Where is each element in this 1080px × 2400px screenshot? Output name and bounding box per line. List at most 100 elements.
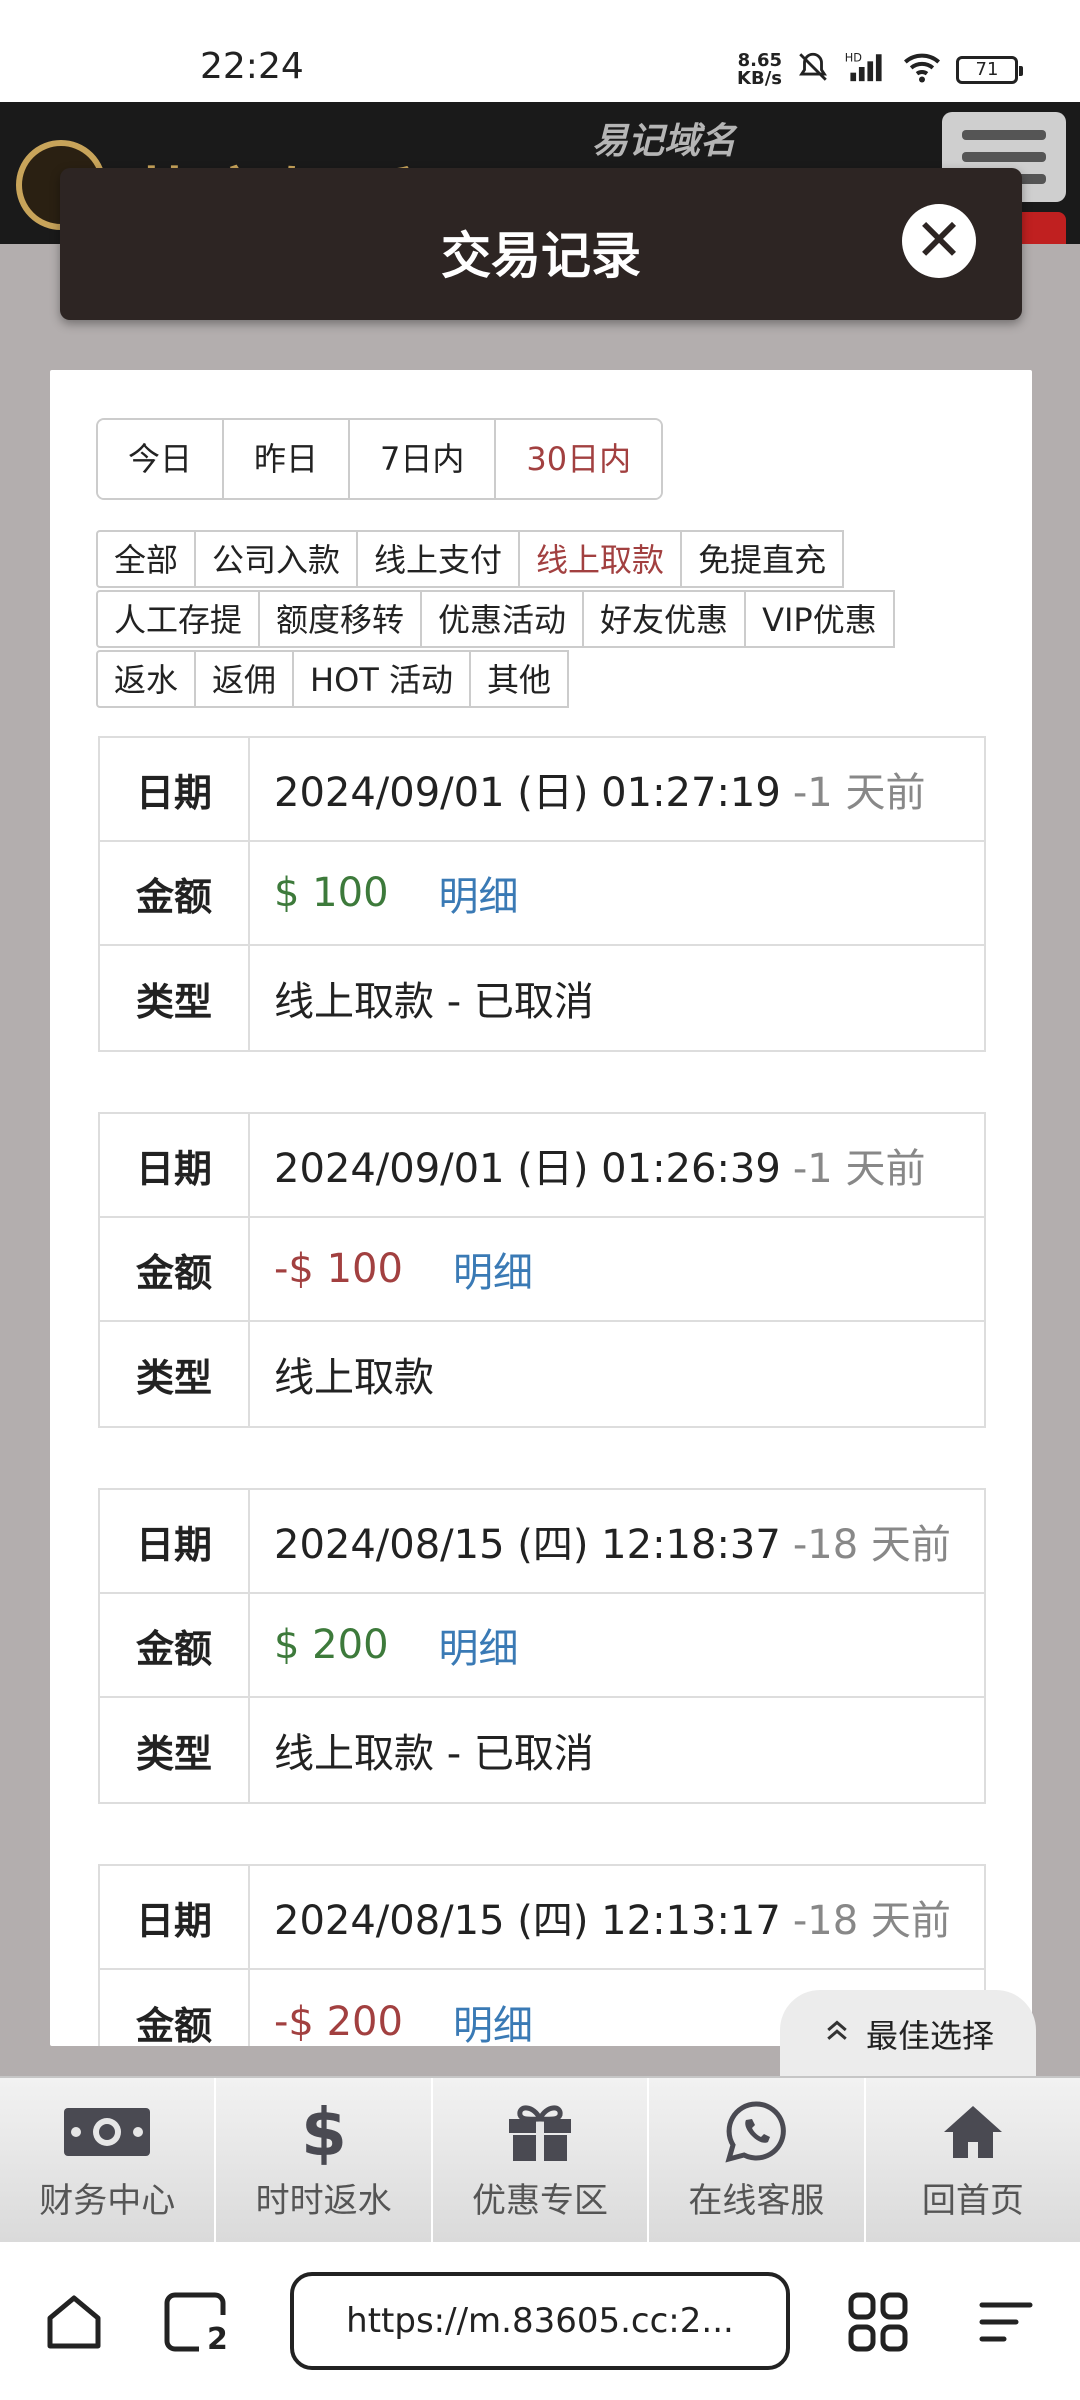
bottom-nav: 财务中心 $ 时时返水 优惠专区 在线客服 回首页 bbox=[0, 2076, 1080, 2242]
amount-value: $ 100 明细 bbox=[250, 842, 984, 944]
nav-rebate[interactable]: $ 时时返水 bbox=[216, 2078, 433, 2242]
record-amount-row: 金额 $ 200 明细 bbox=[100, 1594, 984, 1698]
battery-icon: 71 bbox=[956, 55, 1023, 84]
nav-support[interactable]: 在线客服 bbox=[649, 2078, 866, 2242]
date-value: 2024/09/01 (日) 01:26:39 -1 天前 bbox=[250, 1114, 984, 1216]
record-ago: -1 天前 bbox=[792, 770, 926, 816]
record-type: 线上取款 bbox=[274, 1355, 434, 1401]
range-today[interactable]: 今日 bbox=[98, 420, 225, 498]
record-card: 日期 2024/09/01 (日) 01:27:19 -1 天前 金额 $ 100… bbox=[98, 736, 986, 1052]
range-30days[interactable]: 30日内 bbox=[496, 420, 662, 498]
filter-online-payment[interactable]: 线上支付 bbox=[356, 530, 521, 588]
filter-promotions[interactable]: 优惠活动 bbox=[420, 590, 585, 648]
status-time: 22:24 bbox=[200, 46, 304, 87]
gift-icon bbox=[505, 2099, 575, 2165]
filter-hot-events[interactable]: HOT 活动 bbox=[292, 650, 472, 708]
amount-value: -$ 100 明细 bbox=[250, 1218, 984, 1320]
svg-text:$: $ bbox=[301, 2099, 347, 2165]
filter-online-withdrawal[interactable]: 线上取款 bbox=[518, 530, 683, 588]
filter-vip-bonus[interactable]: VIP优惠 bbox=[744, 590, 895, 648]
close-icon[interactable]: ✕ bbox=[902, 204, 976, 278]
dollar-icon: $ bbox=[299, 2099, 349, 2165]
date-value: 2024/09/01 (日) 01:27:19 -1 天前 bbox=[250, 738, 984, 840]
record-type-row: 类型 线上取款 - 已取消 bbox=[100, 946, 984, 1050]
record-amount: -$ 200 bbox=[274, 1999, 403, 2045]
nav-promotions[interactable]: 优惠专区 bbox=[433, 2078, 650, 2242]
record-type: 线上取款 - 已取消 bbox=[274, 1731, 594, 1777]
record-card: 日期 2024/08/15 (四) 12:18:37 -18 天前 金额 $ 20… bbox=[98, 1488, 986, 1804]
home-outline-icon[interactable] bbox=[34, 2282, 114, 2362]
nav-home[interactable]: 回首页 bbox=[866, 2078, 1080, 2242]
nav-label: 在线客服 bbox=[688, 2180, 825, 2221]
url-bar[interactable]: https://m.83605.cc:2... bbox=[290, 2272, 790, 2370]
date-label: 日期 bbox=[100, 1866, 250, 1968]
filter-all[interactable]: 全部 bbox=[96, 530, 197, 588]
hd-signal-icon: HD bbox=[844, 50, 888, 89]
tabs-icon[interactable]: 2 bbox=[156, 2282, 236, 2362]
filter-rebate[interactable]: 返水 bbox=[96, 650, 197, 708]
modal-header: 交易记录 ✕ bbox=[60, 168, 1022, 320]
type-label: 类型 bbox=[100, 1322, 250, 1426]
record-ago: -18 天前 bbox=[792, 1898, 951, 1944]
record-type-row: 类型 线上取款 bbox=[100, 1322, 984, 1426]
date-label: 日期 bbox=[100, 1114, 250, 1216]
whatsapp-icon bbox=[724, 2099, 788, 2165]
transaction-panel: 今日 昨日 7日内 30日内 全部 公司入款 线上支付 线上取款 免提直充 人工… bbox=[50, 370, 1032, 2046]
type-label: 类型 bbox=[100, 946, 250, 1050]
amount-label: 金额 bbox=[100, 1594, 250, 1696]
record-card: 日期 2024/09/01 (日) 01:26:39 -1 天前 金额 -$ 10… bbox=[98, 1112, 986, 1428]
filter-row: 人工存提 额度移转 优惠活动 好友优惠 VIP优惠 bbox=[96, 590, 976, 650]
svg-text:HD: HD bbox=[845, 50, 863, 64]
filter-friend-bonus[interactable]: 好友优惠 bbox=[582, 590, 747, 648]
detail-link[interactable]: 明细 bbox=[439, 864, 519, 922]
date-range-group: 今日 昨日 7日内 30日内 bbox=[96, 418, 664, 500]
filter-other[interactable]: 其他 bbox=[469, 650, 570, 708]
svg-text:2: 2 bbox=[207, 2322, 228, 2355]
record-date: 2024/08/15 (四) 12:18:37 bbox=[274, 1522, 781, 1568]
modal-title: 交易记录 bbox=[441, 227, 641, 285]
detail-link[interactable]: 明细 bbox=[453, 1240, 533, 1298]
record-type-row: 类型 线上取款 - 已取消 bbox=[100, 1698, 984, 1802]
record-ago: -18 天前 bbox=[792, 1522, 951, 1568]
type-label: 类型 bbox=[100, 1698, 250, 1802]
record-date-row: 日期 2024/09/01 (日) 01:27:19 -1 天前 bbox=[100, 738, 984, 842]
nav-label: 回首页 bbox=[921, 2180, 1024, 2221]
date-value: 2024/08/15 (四) 12:13:17 -18 天前 bbox=[250, 1866, 984, 1968]
browser-bar: 2 https://m.83605.cc:2... bbox=[0, 2242, 1080, 2400]
money-icon bbox=[62, 2099, 152, 2165]
filter-row: 返水 返佣 HOT 活动 其他 bbox=[96, 650, 976, 710]
menu-lines-icon[interactable] bbox=[966, 2282, 1046, 2362]
detail-link[interactable]: 明细 bbox=[453, 1993, 533, 2046]
range-yesterday[interactable]: 昨日 bbox=[224, 420, 351, 498]
nav-label: 优惠专区 bbox=[472, 2180, 609, 2221]
filter-manual[interactable]: 人工存提 bbox=[96, 590, 261, 648]
apps-grid-icon[interactable] bbox=[838, 2282, 918, 2362]
range-7days[interactable]: 7日内 bbox=[350, 420, 497, 498]
amount-label: 金额 bbox=[100, 1970, 250, 2046]
filter-direct-topup[interactable]: 免提直充 bbox=[680, 530, 845, 588]
record-date-row: 日期 2024/09/01 (日) 01:26:39 -1 天前 bbox=[100, 1114, 984, 1218]
record-amount: $ 200 bbox=[274, 1622, 389, 1668]
best-pick-button[interactable]: 最佳选择 bbox=[780, 1990, 1036, 2078]
record-date: 2024/09/01 (日) 01:27:19 bbox=[274, 770, 781, 816]
detail-link[interactable]: 明细 bbox=[439, 1616, 519, 1674]
filter-commission[interactable]: 返佣 bbox=[194, 650, 295, 708]
record-ago: -1 天前 bbox=[792, 1146, 926, 1192]
date-value: 2024/08/15 (四) 12:18:37 -18 天前 bbox=[250, 1490, 984, 1592]
record-date: 2024/08/15 (四) 12:13:17 bbox=[274, 1898, 781, 1944]
type-filters: 全部 公司入款 线上支付 线上取款 免提直充 人工存提 额度移转 优惠活动 好友… bbox=[96, 530, 976, 710]
record-amount-row: 金额 -$ 100 明细 bbox=[100, 1218, 984, 1322]
double-chevron-up-icon bbox=[822, 2015, 852, 2053]
filter-transfer[interactable]: 额度移转 bbox=[258, 590, 423, 648]
filter-company-deposit[interactable]: 公司入款 bbox=[194, 530, 359, 588]
date-label: 日期 bbox=[100, 1490, 250, 1592]
net-speed-value: 8.65 bbox=[737, 49, 782, 71]
nav-label: 财务中心 bbox=[39, 2180, 176, 2221]
nav-finance[interactable]: 财务中心 bbox=[0, 2078, 217, 2242]
amount-label: 金额 bbox=[100, 842, 250, 944]
record-date: 2024/09/01 (日) 01:26:39 bbox=[274, 1146, 781, 1192]
date-label: 日期 bbox=[100, 738, 250, 840]
domain-label: 易记域名 bbox=[592, 121, 737, 162]
best-pick-label: 最佳选择 bbox=[865, 2017, 994, 2055]
record-amount: $ 100 bbox=[274, 870, 389, 916]
